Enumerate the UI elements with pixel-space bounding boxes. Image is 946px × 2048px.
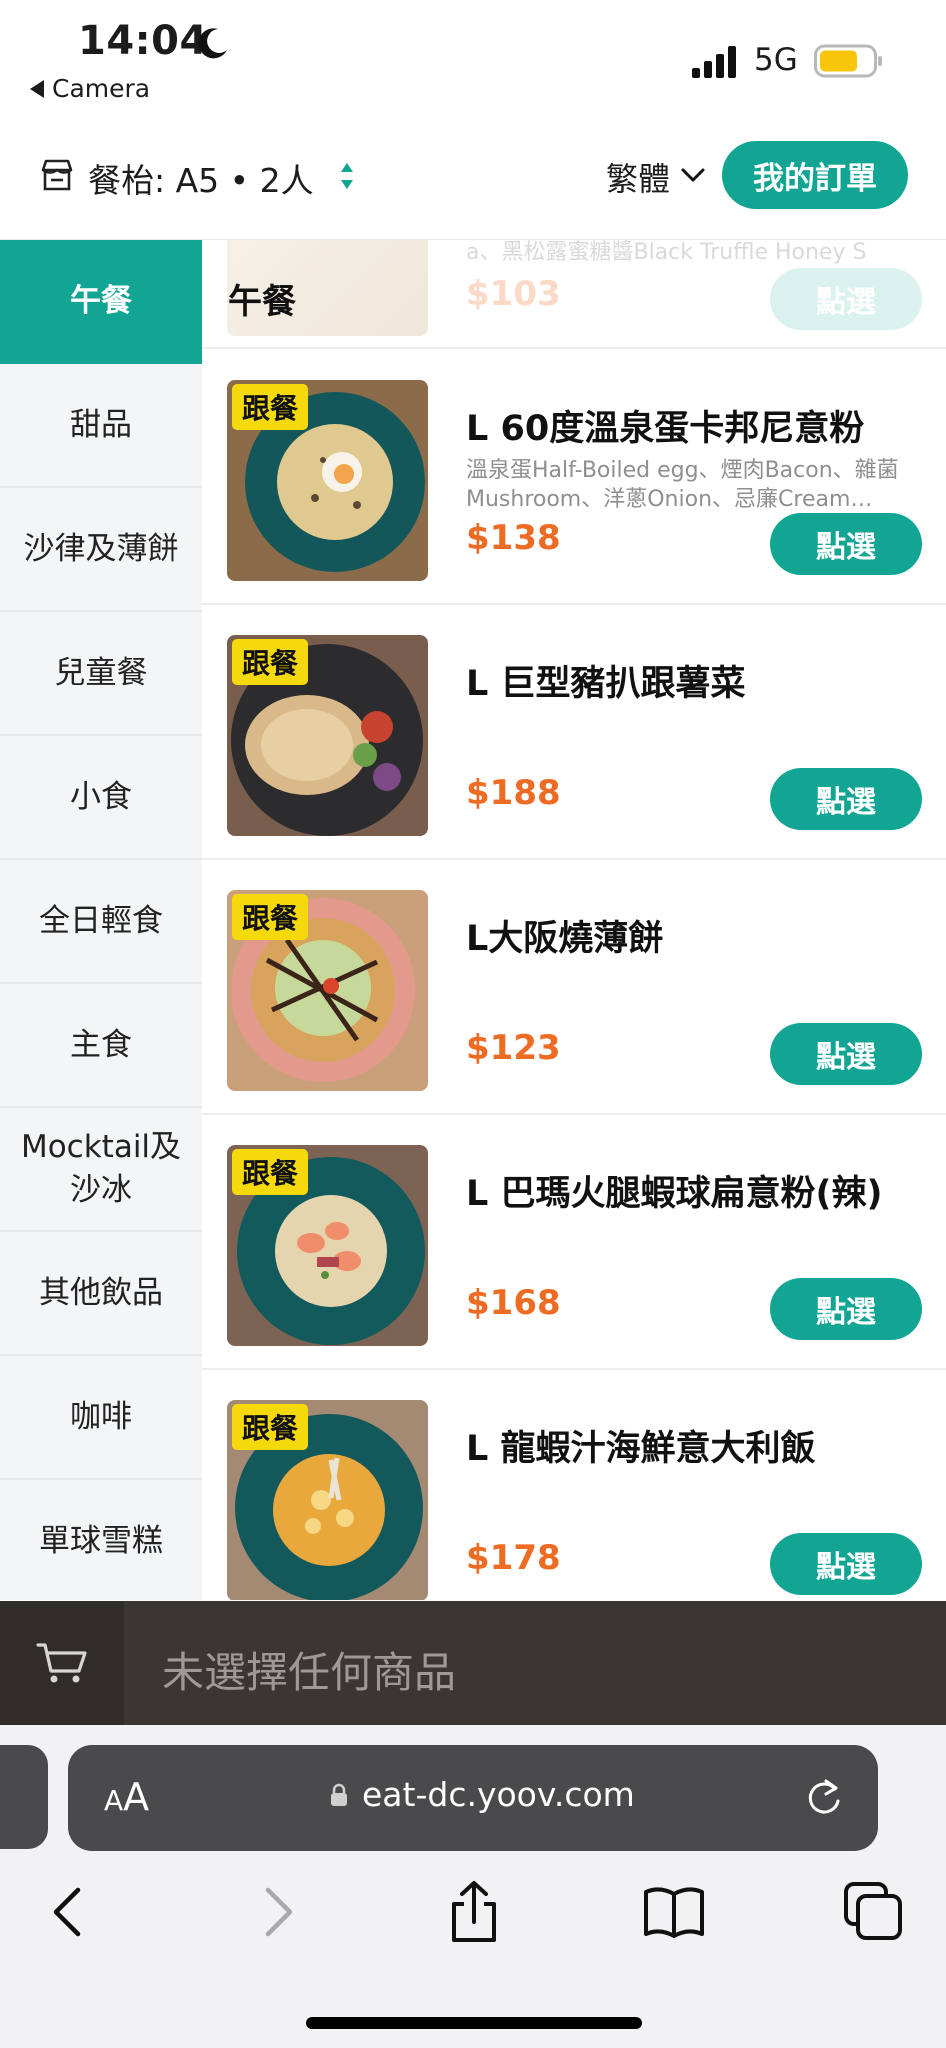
cart-button[interactable] (0, 1601, 124, 1725)
item-price: $188 (466, 773, 561, 813)
store-icon (41, 159, 73, 191)
item-price: $178 (466, 1538, 561, 1578)
cart-empty-text: 未選擇任何商品 (162, 1648, 457, 1697)
shopping-cart-icon (36, 1643, 87, 1683)
category-other-drinks[interactable]: 其他飲品 (0, 1232, 202, 1356)
tabs-icon[interactable] (842, 1880, 906, 1944)
category-dessert[interactable]: 甜品 (0, 364, 202, 488)
item-name: L 龍蝦汁海鮮意大利飯 (466, 1429, 816, 1469)
back-chevron-icon[interactable] (38, 1880, 102, 1944)
cellular-signal-icon (692, 46, 736, 78)
menu-item[interactable]: 跟餐 L大阪燒薄餅 $123 點選 (202, 860, 946, 1115)
item-price: $123 (466, 1028, 561, 1068)
menu-list: a、黑松露蜜糖醬Black Truffle Honey S 午餐 $103 點選… (202, 240, 946, 1600)
select-button[interactable]: 點選 (770, 768, 922, 830)
network-type: 5G (754, 42, 798, 78)
select-button[interactable]: 點選 (770, 1278, 922, 1340)
set-meal-badge: 跟餐 (232, 639, 309, 685)
lock-icon (331, 1783, 347, 1806)
category-all-day-light-meal[interactable]: 全日輕食 (0, 860, 202, 984)
item-name: L 巴瑪火腿蝦球扁意粉(辣) (466, 1174, 883, 1214)
category-snacks[interactable]: 小食 (0, 736, 202, 860)
back-triangle-icon (30, 80, 44, 98)
reader-text-size-button[interactable]: AA (104, 1775, 149, 1819)
home-indicator (306, 2017, 642, 2029)
set-meal-badge: 跟餐 (232, 1404, 309, 1450)
moon-icon (198, 28, 227, 59)
chevron-down-icon[interactable] (680, 164, 706, 186)
partial-select-label: 點選 (816, 285, 876, 320)
dish-photo[interactable]: 跟餐 (227, 380, 428, 581)
previous-tab-peek[interactable] (0, 1745, 48, 1849)
bookmarks-icon[interactable] (642, 1880, 706, 1944)
item-name: L 巨型豬扒跟薯菜 (466, 664, 746, 704)
item-price: $138 (466, 518, 561, 558)
forward-chevron-icon[interactable] (244, 1880, 308, 1944)
section-title: 午餐 (228, 282, 296, 322)
select-button[interactable]: 點選 (770, 513, 922, 575)
category-salad-pizza[interactable]: 沙律及薄餅 (0, 488, 202, 612)
aa-small-letter: A (104, 1784, 124, 1817)
browser-toolbar: AA eat-dc.yoov.com (0, 1725, 946, 2048)
item-name: L 60度溫泉蛋卡邦尼意粉 (466, 409, 865, 449)
menu-item[interactable]: 跟餐 L 巴瑪火腿蝦球扁意粉(辣) $168 點選 (202, 1115, 946, 1370)
category-main-dishes[interactable]: 主食 (0, 984, 202, 1108)
lunch-section-header-row: a、黑松露蜜糖醬Black Truffle Honey S 午餐 $103 點選 (202, 240, 946, 349)
my-orders-button[interactable]: 我的訂單 (722, 141, 908, 209)
item-price: $168 (466, 1283, 561, 1323)
menu-item[interactable]: 跟餐 L 巨型豬扒跟薯菜 $188 點選 (202, 605, 946, 860)
cart-bar[interactable]: 未選擇任何商品 (0, 1601, 946, 1725)
set-meal-badge: 跟餐 (232, 1149, 309, 1195)
category-lunch[interactable]: 午餐 (0, 240, 202, 364)
category-single-scoop-ice-cream[interactable]: 單球雪糕 (0, 1480, 202, 1604)
set-meal-badge: 跟餐 (232, 384, 309, 430)
category-sidebar: 午餐 甜品 沙律及薄餅 兒童餐 小食 全日輕食 主食 Mocktail及沙冰 其… (0, 240, 202, 1604)
partial-item-description: a、黑松露蜜糖醬Black Truffle Honey S (466, 240, 867, 265)
dish-photo[interactable]: 跟餐 (227, 1145, 428, 1346)
back-to-camera-link[interactable]: Camera (30, 74, 150, 103)
back-app-label: Camera (52, 74, 151, 103)
partial-item-price: $103 (466, 274, 561, 314)
address-bar[interactable]: AA eat-dc.yoov.com (68, 1745, 878, 1851)
sort-arrows-icon[interactable] (338, 158, 356, 194)
aa-big-letter: A (123, 1775, 150, 1819)
dish-photo[interactable]: 跟餐 (227, 1400, 428, 1600)
item-description: 溫泉蛋Half-Boiled egg、煙肉Bacon、雜菌Mushroom、洋蔥… (466, 458, 899, 512)
category-kids-meal[interactable]: 兒童餐 (0, 612, 202, 736)
category-mocktail-smoothie[interactable]: Mocktail及沙冰 (0, 1108, 202, 1232)
app-header: 餐枱: A5 • 2人 繁體 我的訂單 (0, 120, 946, 240)
category-coffee[interactable]: 咖啡 (0, 1356, 202, 1480)
select-button[interactable]: 點選 (770, 1533, 922, 1595)
url-text[interactable]: eat-dc.yoov.com (362, 1775, 635, 1814)
menu-item[interactable]: 跟餐 L 龍蝦汁海鮮意大利飯 $178 點選 (202, 1370, 946, 1600)
status-bar: 14:04 Camera 5G (0, 0, 946, 120)
table-info[interactable]: 餐枱: A5 • 2人 (88, 154, 314, 202)
language-selector[interactable]: 繁體 (606, 154, 670, 200)
dish-photo[interactable]: 跟餐 (227, 635, 428, 836)
select-button[interactable]: 點選 (770, 1023, 922, 1085)
dish-photo[interactable]: 跟餐 (227, 890, 428, 1091)
partial-select-button[interactable]: 點選 (770, 268, 922, 330)
menu-item[interactable]: 跟餐 L 60度溫泉蛋卡邦尼意粉 溫泉蛋Half-Boiled egg、煙肉Ba… (202, 350, 946, 605)
reload-icon[interactable] (804, 1775, 844, 1819)
clock: 14:04 (78, 18, 208, 64)
set-meal-badge: 跟餐 (232, 894, 309, 940)
item-name: L大阪燒薄餅 (466, 919, 664, 959)
share-icon[interactable] (442, 1880, 506, 1944)
battery-icon (814, 44, 882, 78)
